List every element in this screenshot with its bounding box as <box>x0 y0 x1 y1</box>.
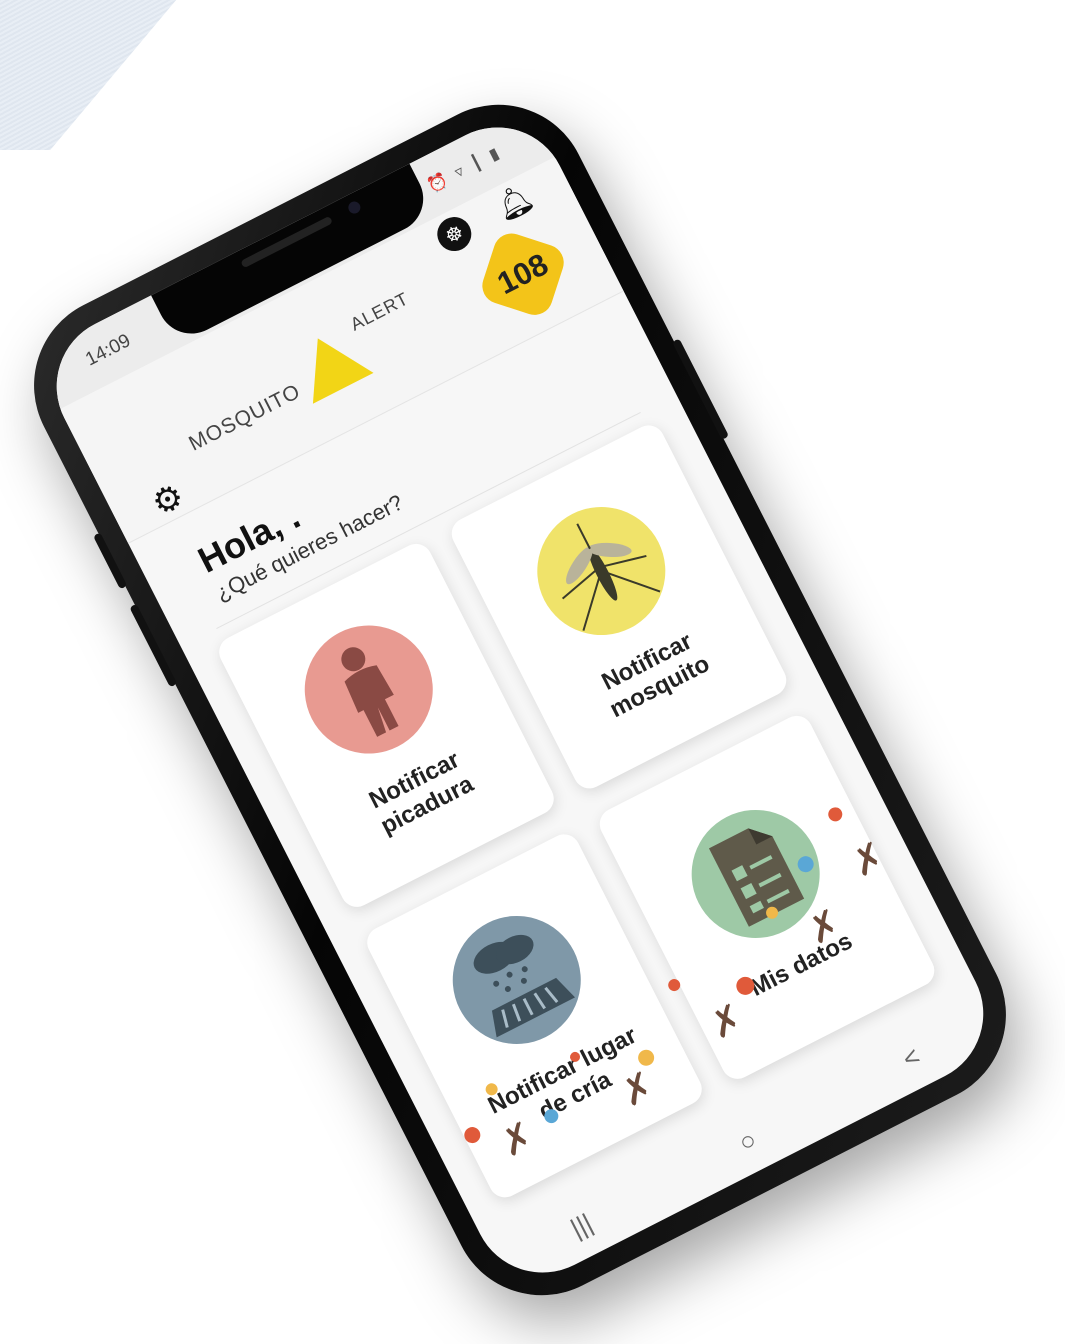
score-badge[interactable]: 108 <box>477 228 569 320</box>
decor-dot <box>568 1050 582 1064</box>
back-icon[interactable]: < <box>897 1040 925 1075</box>
decor-dot <box>794 853 817 875</box>
front-camera <box>346 199 363 216</box>
decor-dot <box>825 804 845 824</box>
dna-icon[interactable]: ☸ <box>431 211 478 257</box>
score-value: 108 <box>491 246 554 302</box>
decor-dot <box>461 1124 484 1146</box>
decor-mosquito-icon: ✗ <box>844 834 893 887</box>
decor-mosquito-icon: ✗ <box>614 1064 662 1116</box>
decor-mosquito-icon: ✗ <box>703 996 751 1049</box>
decor-dot <box>666 976 683 994</box>
phone-screen: 14:09 ⏰ ▿ ┃ ▮ ☸ 🔔︎ MOSQUITO ALERT 108 ⚙ … <box>32 103 1008 1297</box>
recents-icon[interactable]: ||| <box>565 1207 597 1244</box>
decor-dot <box>483 1081 500 1098</box>
bell-icon[interactable]: 🔔︎ <box>490 179 539 227</box>
person-bite-icon <box>282 603 455 776</box>
phone-device: 14:09 ⏰ ▿ ┃ ▮ ☸ 🔔︎ MOSQUITO ALERT 108 ⚙ … <box>3 73 1037 1327</box>
status-time: 14:09 <box>82 330 135 371</box>
logo-text-mosquito: MOSQUITO <box>185 379 305 456</box>
background-decoration <box>0 0 210 150</box>
decor-mosquito-icon: ✗ <box>493 1114 542 1167</box>
decor-mosquito-icon: ✗ <box>800 901 849 954</box>
logo-text-alert: ALERT <box>346 287 412 335</box>
decor-dot <box>733 973 758 998</box>
decor-dot <box>541 1106 561 1126</box>
decor-dot <box>763 904 781 921</box>
mosquito-icon <box>514 485 687 658</box>
home-icon[interactable]: ○ <box>733 1123 761 1158</box>
